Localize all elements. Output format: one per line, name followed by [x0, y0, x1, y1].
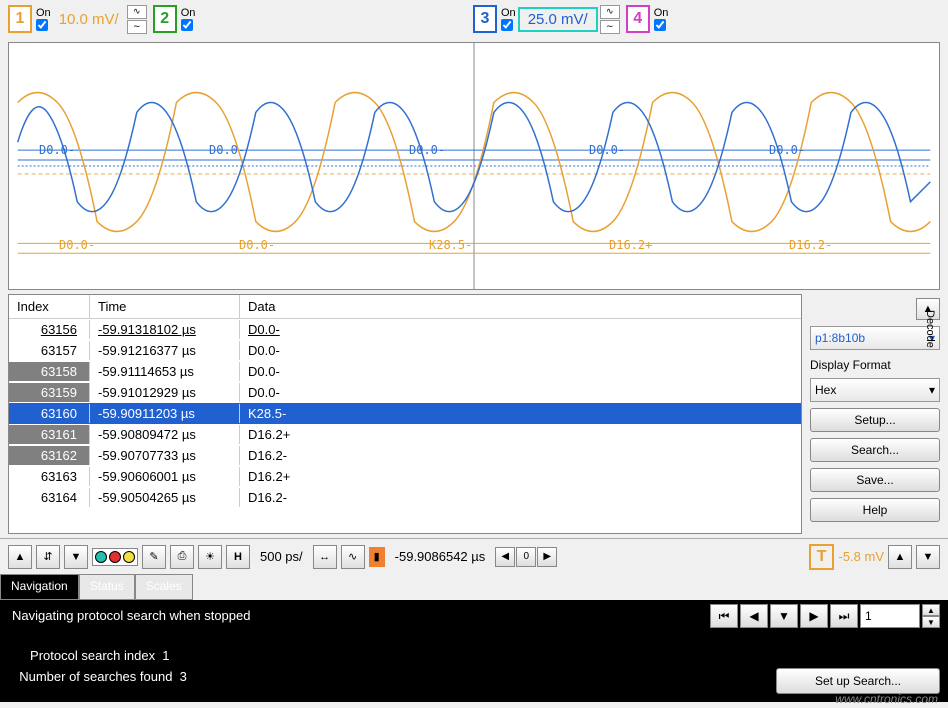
cursor-button[interactable]: ✎ — [142, 545, 166, 569]
channel-2-button[interactable]: 2 — [153, 5, 177, 33]
channel-1-checkbox[interactable] — [36, 19, 48, 31]
nav-zero-button[interactable]: 0 — [516, 547, 536, 567]
spinner-up-button[interactable]: ▲ — [922, 604, 940, 616]
channel-1-coupling-ac-icon[interactable]: ∿ — [127, 5, 147, 19]
table-row[interactable]: 63156-59.91318102 µsD0.0- — [9, 319, 801, 340]
wave-mode-button[interactable]: ∿ — [341, 545, 365, 569]
header-index: Index — [9, 295, 89, 318]
table-header: Index Time Data — [9, 295, 801, 319]
waveform-display[interactable]: D0.0- D0.0- D0.0- D0.0- D0.0- D0.0- D0.0… — [8, 42, 940, 290]
chevron-down-icon: ▾ — [929, 383, 935, 397]
table-row[interactable]: ✦63160-59.90911203 µsK28.5- — [9, 403, 801, 424]
nav-index-input[interactable] — [860, 604, 920, 628]
trigger-level-label: T — [809, 544, 835, 570]
channel-bar: 1 On 10.0 mV/ ∿ ∼ 2 On 3 On 25.0 mV/ ∿ ∼… — [0, 0, 948, 38]
channel-3-button[interactable]: 3 — [473, 5, 497, 33]
teal-dot-icon[interactable] — [95, 551, 107, 563]
header-time: Time — [89, 295, 239, 318]
save-button[interactable]: Save... — [810, 468, 940, 492]
table-row[interactable]: 63158-59.91114653 µsD0.0- — [9, 361, 801, 382]
nav-next-button[interactable]: ▶ — [800, 604, 828, 628]
selection-marker-icon: ✦ — [8, 407, 17, 421]
table-row[interactable]: 63161-59.90809472 µsD16.2+ — [9, 424, 801, 445]
console-area: Navigation Status Scales Navigating prot… — [0, 574, 948, 702]
channel-1-scale[interactable]: 10.0 mV/ — [53, 9, 125, 30]
table-row[interactable]: 63157-59.91216377 µsD0.0- — [9, 340, 801, 361]
nav-last-button[interactable]: ⏭ — [830, 604, 858, 628]
red-dot-icon[interactable] — [109, 551, 121, 563]
spinner-down-button[interactable]: ▼ — [922, 616, 940, 628]
down-arrow-button[interactable]: ▼ — [64, 545, 88, 569]
channel-3-coupling-dc-icon[interactable]: ∼ — [600, 20, 620, 34]
channel-2-checkbox[interactable] — [181, 19, 193, 31]
channel-3-checkbox[interactable] — [501, 19, 513, 31]
channel-1-button[interactable]: 1 — [8, 5, 32, 33]
down-arrow-button-2[interactable]: ▼ — [916, 545, 940, 569]
console-tab-bar: Navigation Status Scales — [0, 574, 948, 600]
trigger-marker-icon: ▮ — [369, 547, 385, 567]
expand-h-button[interactable]: ↔ — [313, 545, 337, 569]
table-row[interactable]: 63163-59.90606001 µsD16.2+ — [9, 466, 801, 487]
table-row[interactable]: 63159-59.91012929 µsD0.0- — [9, 382, 801, 403]
table-row[interactable]: 63162-59.90707733 µsD16.2- — [9, 445, 801, 466]
setup-search-button[interactable]: Set up Search... — [776, 668, 940, 694]
display-format-dropdown[interactable]: Hex▾ — [810, 378, 940, 402]
channel-3-on-label: On — [501, 7, 516, 19]
nav-left-button[interactable]: ◀ — [495, 547, 515, 567]
right-panel: ▲ p1:8b10b▾ Display Format Hex▾ Setup...… — [810, 294, 940, 534]
horizontal-label: H — [226, 545, 250, 569]
display-format-label: Display Format — [810, 358, 940, 372]
console-nav: ⏮ ◀ ▼ ▶ ⏭ ▲ ▼ — [710, 604, 940, 628]
print-button[interactable]: ⎙ — [170, 545, 194, 569]
channel-1-group: 1 On 10.0 mV/ ∿ ∼ — [8, 5, 147, 34]
bottom-toolbar: ▲ ⇵ ▼ ✎ ⎙ ☀ H 500 ps/ ↔ ∿ ▮ -59.9086542 … — [0, 538, 948, 574]
tab-navigation[interactable]: Navigation — [0, 574, 79, 600]
trigger-time-value[interactable]: -59.9086542 µs — [389, 549, 492, 564]
tab-scales[interactable]: Scales — [135, 574, 193, 600]
decode-vertical-label: Decode — [924, 310, 936, 348]
nav-first-button[interactable]: ⏮ — [710, 604, 738, 628]
setup-button[interactable]: Setup... — [810, 408, 940, 432]
decode-table[interactable]: Index Time Data 63156-59.91318102 µsD0.0… — [8, 294, 802, 534]
up-arrow-button[interactable]: ▲ — [8, 545, 32, 569]
channel-3-scale[interactable]: 25.0 mV/ — [518, 7, 598, 32]
channel-3-coupling-ac-icon[interactable]: ∿ — [600, 5, 620, 19]
channel-4-checkbox[interactable] — [654, 19, 666, 31]
up-arrow-button-2[interactable]: ▲ — [888, 545, 912, 569]
channel-4-group: 4 On — [626, 5, 669, 33]
channel-2-group: 2 On — [153, 5, 196, 33]
tab-status[interactable]: Status — [79, 574, 135, 600]
yellow-dot-icon[interactable] — [123, 551, 135, 563]
updown-arrow-button[interactable]: ⇵ — [36, 545, 60, 569]
search-button[interactable]: Search... — [810, 438, 940, 462]
timebase-value[interactable]: 500 ps/ — [254, 549, 309, 564]
table-area: Index Time Data 63156-59.91318102 µsD0.0… — [8, 294, 940, 534]
waveform-svg — [9, 43, 939, 289]
trigger-level-value[interactable]: -5.8 mV — [838, 549, 884, 564]
nav-prev-button[interactable]: ◀ — [740, 604, 768, 628]
nav-dropdown-button[interactable]: ▼ — [770, 604, 798, 628]
color-selector[interactable] — [92, 548, 138, 566]
channel-2-on-label: On — [181, 7, 196, 19]
protocol-dropdown[interactable]: p1:8b10b▾ — [810, 326, 940, 350]
watermark: www.cntronics.com — [835, 692, 938, 706]
channel-1-coupling-dc-icon[interactable]: ∼ — [127, 20, 147, 34]
help-button[interactable]: Help — [810, 498, 940, 522]
channel-4-button[interactable]: 4 — [626, 5, 650, 33]
channel-1-on-label: On — [36, 7, 51, 19]
channel-4-on-label: On — [654, 7, 669, 19]
nav-right-button[interactable]: ▶ — [537, 547, 557, 567]
channel-3-group: 3 On 25.0 mV/ ∿ ∼ — [473, 5, 620, 34]
brightness-button[interactable]: ☀ — [198, 545, 222, 569]
header-data: Data — [239, 295, 801, 318]
table-row[interactable]: 63164-59.90504265 µsD16.2- — [9, 487, 801, 508]
